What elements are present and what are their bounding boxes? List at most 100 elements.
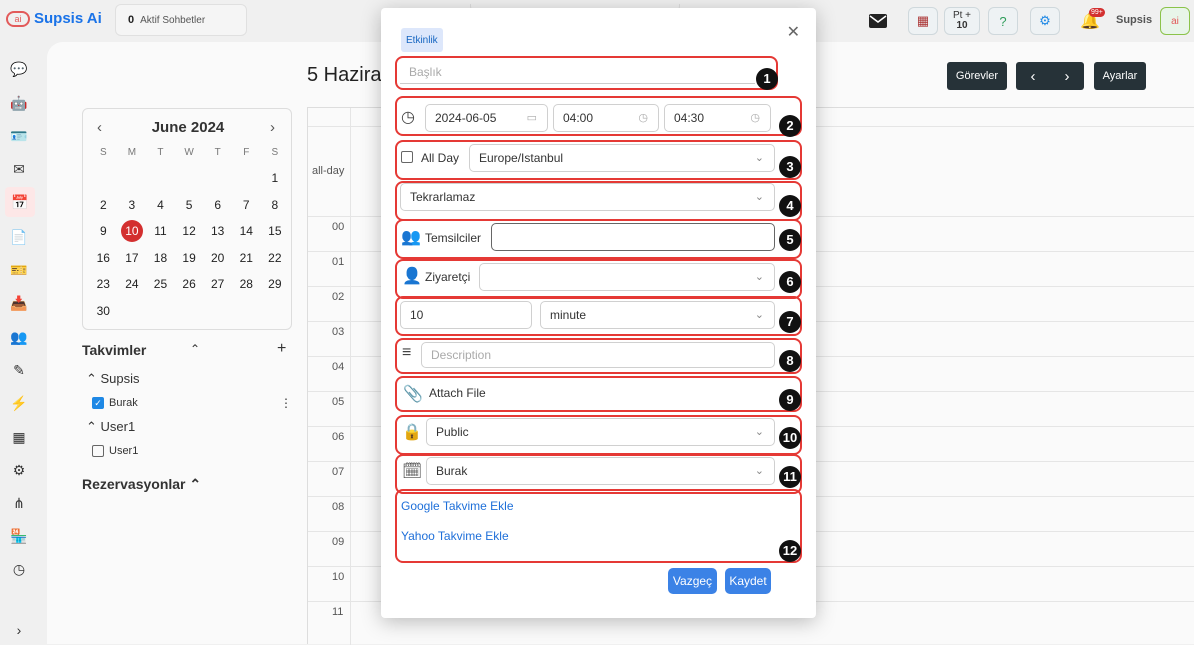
contacts-icon[interactable]: ▦ [908, 6, 938, 36]
avatar[interactable]: ai [1160, 6, 1190, 36]
add-calendar-icon[interactable]: + [277, 340, 286, 358]
description-input[interactable]: Description [421, 342, 775, 368]
more-options-icon[interactable]: ⋮ [280, 396, 292, 410]
grid-icon[interactable]: ▦ [9, 427, 29, 447]
checkbox-checked-icon[interactable]: ✓ [92, 397, 104, 410]
calendar-day[interactable]: 15 [261, 218, 290, 245]
chat-icon[interactable]: 💬 [9, 59, 29, 79]
prev-day-icon[interactable]: ‹ [1016, 68, 1050, 85]
calendar-day[interactable]: 23 [89, 271, 118, 298]
calendar-day[interactable]: 27 [203, 271, 232, 298]
calendar-day[interactable]: 25 [146, 271, 175, 298]
close-icon[interactable]: ✕ [787, 22, 800, 42]
calendar-day[interactable]: 24 [118, 271, 147, 298]
calendar-day[interactable]: 1 [261, 165, 290, 192]
active-chats-button[interactable]: 0 Aktif Sohbetler [115, 4, 247, 36]
settings-button[interactable]: Ayarlar [1094, 62, 1146, 90]
calendar-day[interactable]: 22 [261, 245, 290, 272]
calendar-item-user1[interactable]: User1 [92, 445, 139, 458]
calendar-day[interactable]: 3 [118, 192, 147, 219]
reminder-value-input[interactable]: 10 [400, 301, 532, 329]
calendar-day[interactable]: 7 [232, 192, 261, 219]
share-icon[interactable]: ⋔ [9, 493, 29, 513]
attach-file-button[interactable]: Attach File [429, 386, 486, 400]
calendar-item-label: User1 [109, 445, 139, 457]
google-calendar-link[interactable]: Google Takvime Ekle [401, 499, 514, 513]
calendar-day [89, 165, 118, 192]
cancel-button[interactable]: Vazgeç [668, 568, 717, 594]
calendar-day[interactable]: 13 [203, 218, 232, 245]
calendar-day[interactable]: 28 [232, 271, 261, 298]
representatives-input[interactable] [491, 223, 775, 251]
calendar-day[interactable]: 26 [175, 271, 204, 298]
tasks-button[interactable]: Görevler [947, 62, 1007, 90]
contact-card-icon[interactable]: 🪪 [9, 126, 29, 146]
calendar-day[interactable]: 16 [89, 245, 118, 272]
calendar-day[interactable]: 18 [146, 245, 175, 272]
reminder-unit-value: minute [550, 308, 587, 322]
yahoo-calendar-link[interactable]: Yahoo Takvime Ekle [401, 529, 509, 543]
timezone-select[interactable]: Europe/Istanbul ⌄ [469, 144, 775, 172]
settings-gear-icon[interactable]: ⚙ [1030, 6, 1060, 36]
calendar-icon[interactable]: 📅 [5, 187, 35, 217]
mail-sidebar-icon[interactable]: ✉ [9, 159, 29, 179]
calendar-day[interactable]: 4 [146, 192, 175, 219]
calendar-day-number: 19 [182, 250, 196, 265]
calendar-day[interactable]: 17 [118, 245, 147, 272]
calendar-item-burak[interactable]: ✓ Burak [92, 397, 138, 410]
mail-icon[interactable] [866, 6, 890, 36]
pen-icon[interactable]: ✎ [9, 360, 29, 380]
notification-bell-icon[interactable]: 🔔 99+ [1076, 6, 1105, 36]
clock-icon[interactable]: ◷ [9, 559, 29, 579]
calendar-day[interactable]: 30 [89, 298, 118, 325]
reservations-title[interactable]: Rezervasyonlar ⌃ [82, 476, 201, 493]
title-input[interactable]: Başlık [400, 60, 755, 84]
calendar-day[interactable]: 21 [232, 245, 261, 272]
checkbox-icon[interactable] [92, 445, 104, 458]
next-day-icon[interactable]: › [1050, 68, 1084, 85]
visitor-select[interactable]: ⌄ [479, 263, 775, 291]
users-icon[interactable]: 👥 [9, 327, 29, 347]
settings-icon[interactable]: ⚙ [9, 460, 29, 480]
date-input[interactable]: 2024-06-05 ▭ [425, 104, 548, 132]
ticket-icon[interactable]: 🎫 [9, 260, 29, 280]
calendar-day[interactable]: 29 [261, 271, 290, 298]
calendar-day[interactable]: 6 [203, 192, 232, 219]
next-month-icon[interactable]: › [270, 119, 275, 136]
calendars-collapse-icon[interactable]: ⌃ [190, 342, 200, 356]
bot-icon[interactable]: 🤖 [9, 93, 29, 113]
calendar-select[interactable]: Burak ⌄ [426, 457, 775, 485]
start-time-input[interactable]: 04:00 ◷ [553, 104, 659, 132]
app-logo[interactable]: ai Supsis Ai [6, 10, 102, 27]
calendar-day[interactable]: 20 [203, 245, 232, 272]
calendar-day[interactable]: 11 [146, 218, 175, 245]
calendar-day-number: 15 [268, 224, 282, 238]
allday-checkbox[interactable] [401, 151, 413, 163]
lightning-icon[interactable]: ⚡ [9, 393, 29, 413]
reminder-unit-select[interactable]: minute ⌄ [540, 301, 775, 329]
user-name[interactable]: Supsis [1116, 14, 1152, 26]
calendar-day [175, 298, 204, 325]
points-button[interactable]: Pt + 10 [944, 6, 980, 36]
calendar-day-number: 8 [271, 197, 279, 212]
help-icon[interactable]: ? [988, 6, 1018, 36]
calendar-day[interactable]: 8 [261, 192, 290, 219]
calendar-day[interactable]: 9 [89, 218, 118, 245]
inbox-icon[interactable]: 📥 [9, 293, 29, 313]
calendar-day[interactable]: 19 [175, 245, 204, 272]
calendar-group-user1[interactable]: ⌃ User1 [86, 419, 135, 435]
hour-label: 01 [332, 256, 345, 268]
visibility-select[interactable]: Public ⌄ [426, 418, 775, 446]
calendar-day[interactable]: 14 [232, 218, 261, 245]
repeat-select[interactable]: Tekrarlamaz ⌄ [400, 183, 775, 211]
document-icon[interactable]: 📄 [9, 227, 29, 247]
calendar-day[interactable]: 12 [175, 218, 204, 245]
store-icon[interactable]: 🏪 [9, 526, 29, 546]
end-time-input[interactable]: 04:30 ◷ [664, 104, 771, 132]
calendar-day[interactable]: 5 [175, 192, 204, 219]
expand-chevron-icon[interactable]: › [9, 620, 29, 640]
calendar-day[interactable]: 10 [118, 218, 147, 245]
calendar-day[interactable]: 2 [89, 192, 118, 219]
save-button[interactable]: Kaydet [725, 568, 771, 594]
calendar-group-supsis[interactable]: ⌃ Supsis [86, 371, 140, 387]
